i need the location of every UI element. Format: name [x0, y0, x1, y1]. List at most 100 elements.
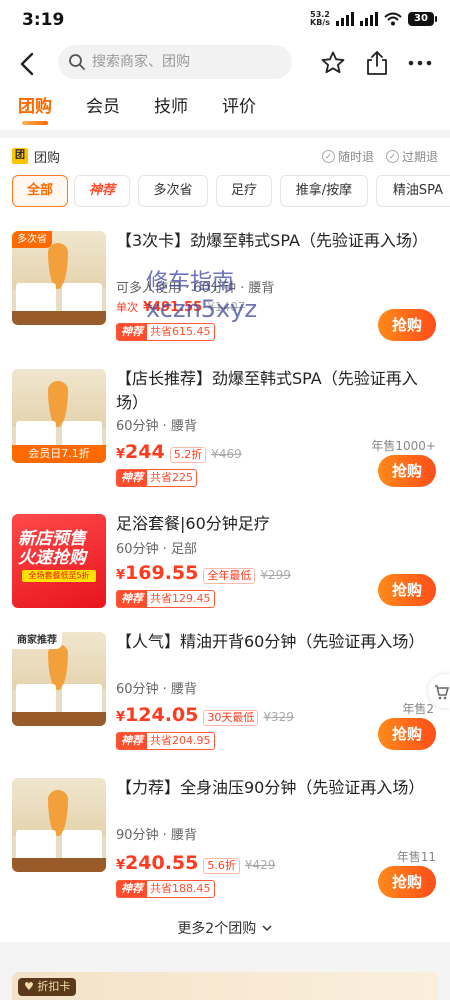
- filter-all[interactable]: 全部: [12, 175, 68, 207]
- price-value: 240.55: [125, 852, 199, 874]
- guarantee-refund-anytime: ✓ 随时退: [322, 148, 374, 165]
- savings-amount: 共省204.95: [150, 734, 211, 747]
- filter-massage[interactable]: 推拿/按摩: [280, 175, 368, 207]
- deal-image: 多次省: [12, 231, 106, 325]
- deals-panel: 团 团购 ✓ 随时退 ✓ 过期退 全部 神荐 多次省 足疗 推拿/按摩 精油SP…: [0, 138, 450, 942]
- tab-reviews[interactable]: 评价: [222, 92, 256, 117]
- original-price: ¥299: [260, 568, 291, 582]
- savings-amount: 共省225: [150, 471, 193, 484]
- deal-title: 【店长推荐】劲爆至韩式SPA（先验证再入场）: [116, 369, 418, 412]
- savings-badge: 神荐 共省615.45: [116, 323, 215, 341]
- watermark: 修车指南 xczn5xyz: [146, 270, 257, 322]
- original-price: ¥469: [211, 447, 242, 461]
- nav-bar: [0, 40, 450, 88]
- cart-float-icon[interactable]: [428, 674, 450, 708]
- filter-shentui[interactable]: 神荐: [74, 175, 130, 207]
- deal-tag: 商家推荐: [12, 632, 62, 649]
- original-price: ¥329: [263, 710, 294, 724]
- wifi-icon: [384, 12, 402, 26]
- deal-image: 商家推荐: [12, 632, 106, 726]
- battery-icon: 30: [408, 12, 437, 26]
- deal-price-row: ¥240.55 5.6折 ¥429: [116, 852, 275, 874]
- section-badge: 团: [12, 148, 28, 164]
- shentui-label: 神荐: [117, 324, 147, 340]
- discount-card-label: ♥ 折扣卡: [18, 978, 77, 996]
- check-icon: ✓: [386, 150, 399, 163]
- discount-tag: 5.6折: [203, 858, 240, 874]
- search-icon: [69, 54, 85, 70]
- price-value: 169.55: [125, 562, 199, 584]
- deal-price-row: ¥124.05 30天最低 ¥329: [116, 704, 294, 726]
- cart-icon: [435, 685, 449, 700]
- tab-member[interactable]: 会员: [86, 92, 120, 117]
- price-prefix: 单次: [116, 301, 138, 314]
- deal-price: ¥124.05: [116, 704, 198, 726]
- deal-item[interactable]: 会员日7.1折 【店长推荐】劲爆至韩式SPA（先验证再入场） 60分钟 · 腰背…: [0, 369, 450, 509]
- deal-title: 【人气】精油开背60分钟（先验证再入场）: [116, 632, 425, 651]
- watermark-line: xczn5xyz: [146, 295, 258, 323]
- buy-button[interactable]: 抢购: [378, 309, 436, 341]
- tab-tuangou[interactable]: 团购: [18, 92, 52, 117]
- currency-symbol: ¥: [116, 447, 126, 462]
- chevron-down-icon: [262, 925, 272, 932]
- deal-price: ¥240.55: [116, 852, 198, 874]
- deal-item[interactable]: 商家推荐 【人气】精油开背60分钟（先验证再入场） 60分钟 · 腰背 ¥124…: [0, 632, 450, 772]
- deal-item[interactable]: 【力荐】全身油压90分钟（先验证再入场） 90分钟 · 腰背 ¥240.55 5…: [0, 778, 450, 918]
- filter-chips: 全部 神荐 多次省 足疗 推拿/按摩 精油SPA: [12, 175, 450, 207]
- deal-price: ¥244: [116, 441, 165, 463]
- filter-multi-save[interactable]: 多次省: [138, 175, 208, 207]
- buy-button[interactable]: 抢购: [378, 866, 436, 898]
- deal-image: 新店预售 火速抢购 全场套餐低至5折: [12, 514, 106, 608]
- signal-2-icon: [360, 12, 378, 26]
- savings-amount: 共省615.45: [150, 325, 211, 338]
- search-input[interactable]: [92, 45, 282, 79]
- share-icon[interactable]: [364, 49, 390, 77]
- savings-amount: 共省129.45: [150, 592, 211, 605]
- discount-card[interactable]: ♥ 折扣卡: [12, 972, 438, 1000]
- tab-active-indicator: [22, 121, 48, 125]
- section-title: 团购: [34, 150, 61, 166]
- discount-tag: 30天最低: [203, 710, 259, 726]
- more-deals-link[interactable]: 更多2个团购: [0, 918, 450, 938]
- deal-title: 【力荐】全身油压90分钟（先验证再入场）: [116, 778, 425, 797]
- savings-badge: 神荐 共省204.95: [116, 732, 215, 750]
- original-price: ¥429: [244, 858, 276, 872]
- deal-subtitle: 60分钟 · 足部: [116, 542, 197, 557]
- guarantee-refund-expired: ✓ 过期退: [386, 148, 438, 165]
- signal-icon: [336, 12, 354, 26]
- shentui-label: 神荐: [117, 733, 147, 749]
- deal-tag: 多次省: [12, 231, 52, 248]
- back-icon[interactable]: [14, 50, 42, 78]
- promo-subtext: 全场套餐低至5折: [22, 570, 96, 582]
- annual-sales: 年售1000+: [371, 439, 436, 453]
- price-value: 124.05: [125, 704, 199, 726]
- buy-button[interactable]: 抢购: [378, 574, 436, 606]
- deal-title: 【3次卡】劲爆至韩式SPA（先验证再入场）: [116, 231, 428, 250]
- more-icon[interactable]: [406, 50, 434, 76]
- more-deals-label: 更多2个团购: [177, 921, 257, 937]
- annual-sales: 年售11: [396, 850, 436, 864]
- deal-price-row: ¥244 5.2折 ¥469: [116, 441, 242, 463]
- savings-badge: 神荐 共省129.45: [116, 590, 215, 608]
- check-icon: ✓: [322, 150, 335, 163]
- savings-badge: 神荐 共省225: [116, 469, 197, 487]
- filter-foot[interactable]: 足疗: [216, 175, 272, 207]
- favorite-star-icon[interactable]: [320, 50, 346, 76]
- guarantee-label: 过期退: [402, 150, 439, 164]
- tab-technician[interactable]: 技师: [154, 92, 188, 117]
- buy-button[interactable]: 抢购: [378, 718, 436, 750]
- deal-title: 足浴套餐|60分钟足疗: [116, 514, 270, 533]
- deal-image: 会员日7.1折: [12, 369, 106, 463]
- deal-price: ¥169.55: [116, 562, 198, 584]
- status-time: 3:19: [22, 10, 65, 30]
- watermark-line: 修车指南: [146, 270, 235, 295]
- promo-text: 新店预售 火速抢购: [18, 529, 86, 568]
- search-bar[interactable]: [58, 45, 292, 79]
- deal-subtitle: 60分钟 · 腰背: [116, 419, 197, 434]
- buy-button[interactable]: 抢购: [378, 455, 436, 487]
- deal-subtitle: 90分钟 · 腰背: [116, 828, 197, 843]
- tab-bar: 团购 会员 技师 评价: [0, 88, 450, 130]
- currency-symbol: ¥: [116, 568, 126, 583]
- filter-oil-spa[interactable]: 精油SPA: [376, 175, 450, 207]
- savings-badge: 神荐 共省188.45: [116, 880, 215, 898]
